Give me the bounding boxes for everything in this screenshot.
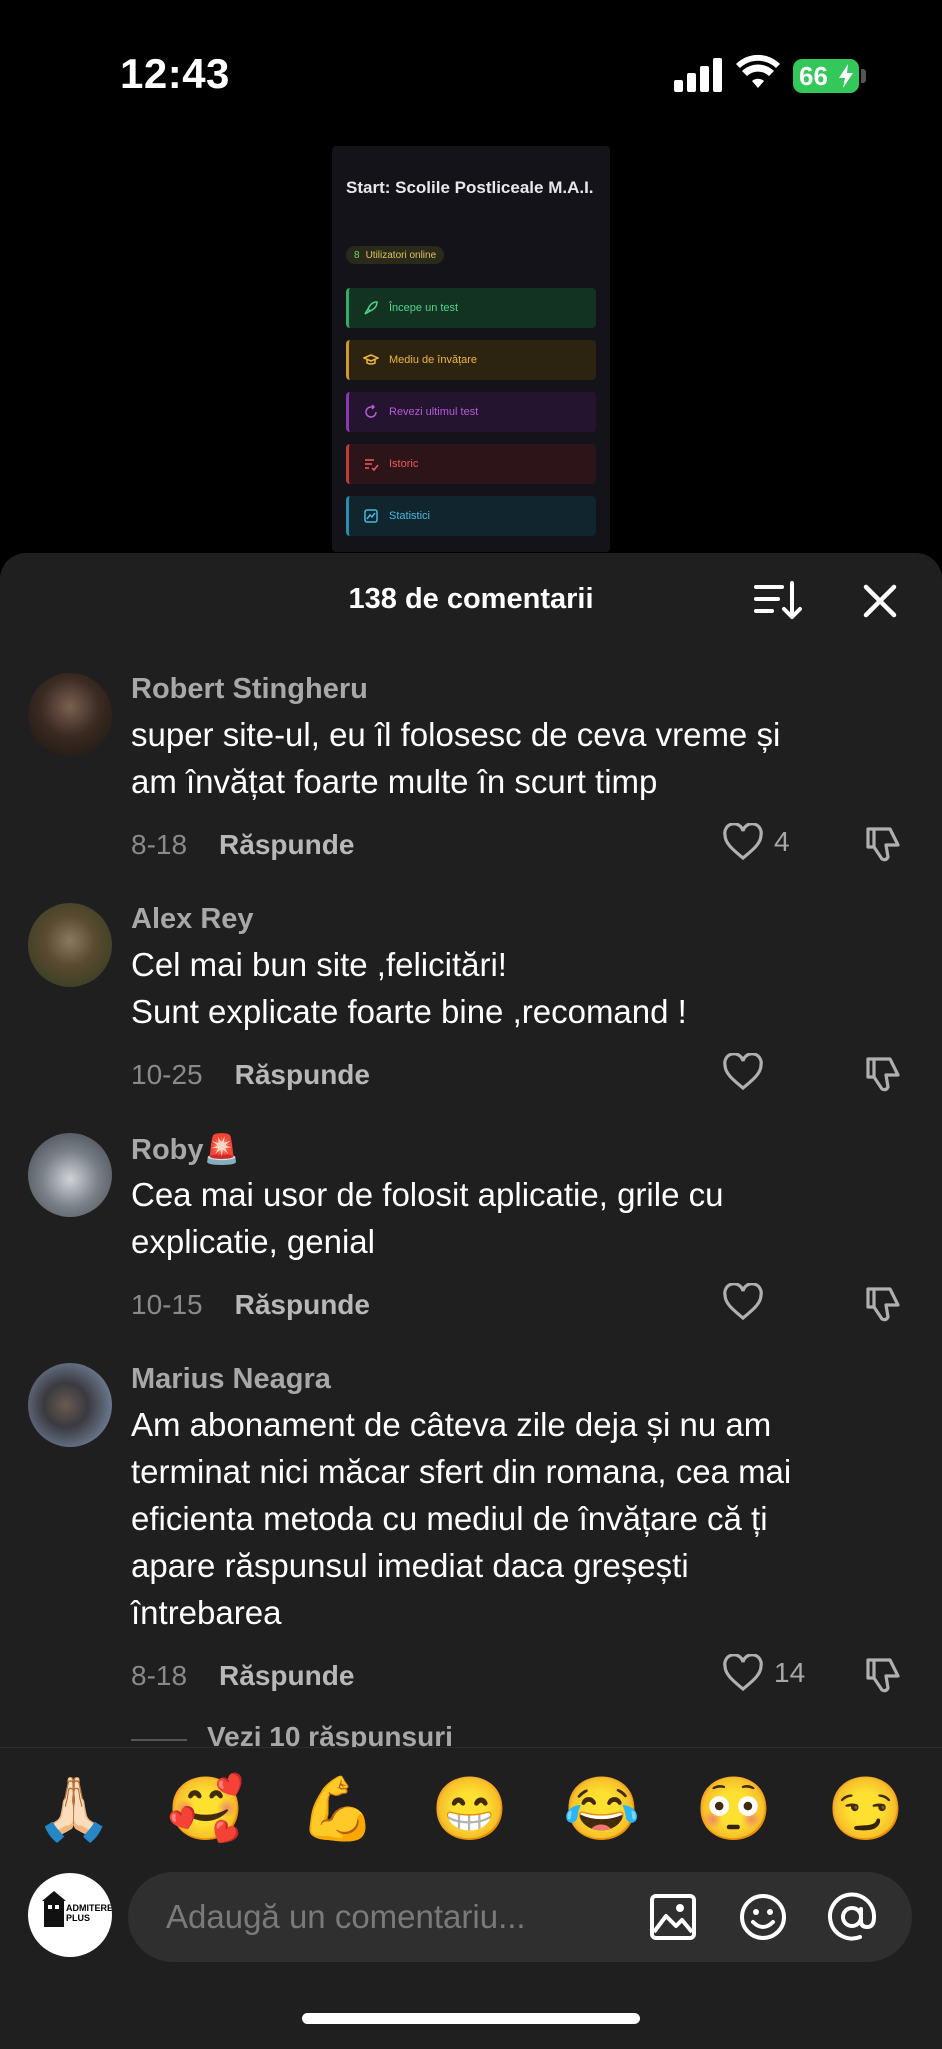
comment-author[interactable]: Robert Stingheru [131,673,368,706]
comment-placeholder: Adaugă un comentariu... [166,1898,526,1935]
comment-author[interactable]: Roby🚨 [131,1133,240,1167]
video-preview[interactable]: Start: Scolile Postliceale M.A.I. 8 Util… [332,146,610,552]
menu-history[interactable]: Istoric [346,444,596,484]
comment-date: 10-15 [131,1289,203,1320]
sort-icon[interactable] [752,579,802,623]
dislike-icon[interactable] [862,823,904,865]
menu-label: Mediu de învățare [389,354,478,366]
emoji-quick-reaction[interactable]: 💪 [298,1770,378,1850]
graduation-cap-icon [363,354,379,365]
mention-icon[interactable] [826,1892,878,1942]
avatar[interactable] [28,1133,112,1217]
online-label: Utilizatori online [365,249,437,261]
avatar[interactable] [28,673,112,757]
comment-text: Cel mai bun site ,felicitări! Sunt expli… [131,946,687,1030]
dislike-icon[interactable] [862,1283,904,1325]
like-button[interactable]: 4 [722,823,790,861]
online-count: 8 [354,249,360,261]
emoji-quick-reaction[interactable]: 😏 [826,1770,906,1850]
comment-meta: 10-15 Răspunde [131,1289,370,1321]
close-icon[interactable] [858,579,902,623]
comment-input[interactable]: Adaugă un comentariu... [128,1872,912,1962]
comment-date: 8-18 [131,829,188,860]
comment-meta: 8-18 Răspunde [131,829,354,861]
reply-button[interactable]: Răspunde [235,1289,370,1321]
comment-date: 10-25 [131,1059,203,1090]
sheet-header: 138 de comentarii [0,553,942,643]
menu-label: Istoric [389,458,419,470]
view-replies-button[interactable]: Vezi 10 răspunsuri [131,1721,531,1747]
menu-learning[interactable]: Mediu de învățare [346,340,596,380]
menu-review-last-test[interactable]: Revezi ultimul test [346,392,596,432]
heart-icon [723,1053,763,1091]
reply-button[interactable]: Răspunde [219,829,354,861]
like-button[interactable] [722,1053,774,1091]
comment-meta: 10-25 Răspunde [131,1059,370,1091]
comment-composer: 🙏🏻 🥰 💪 😁 😂 😳 😏 ADMITERE PLUS Adaugă un c… [0,1747,942,2049]
emoji-quick-reaction[interactable]: 😳 [694,1770,774,1850]
dislike-icon[interactable] [862,1053,904,1095]
like-count: 14 [774,1657,806,1688]
comment-meta: 8-18 Răspunde [131,1660,354,1692]
avatar[interactable] [28,903,112,987]
cellular-signal-icon [674,58,722,92]
comment-author[interactable]: Marius Neagra [131,1363,331,1396]
emoji-quick-reaction[interactable]: 🥰 [166,1770,246,1850]
battery-indicator: 66 [793,59,859,93]
view-replies-label: Vezi 10 răspunsuri [207,1721,453,1747]
status-bar: 12:43 66 [0,0,942,150]
emoji-icon[interactable] [738,1892,788,1942]
home-indicator[interactable] [302,2013,640,2024]
battery-level: 66 [799,60,828,91]
charging-bolt-icon [839,64,853,88]
comment-date: 8-18 [131,1660,188,1691]
replies-divider [131,1739,187,1741]
wifi-icon [736,54,780,88]
user-avatar: ADMITERE PLUS [28,1873,112,1957]
online-users-badge: 8 Utilizatori online [346,246,445,264]
emoji-quick-reaction[interactable]: 😁 [430,1770,510,1850]
chart-icon [364,509,378,523]
comment-text: super site-ul, eu îl folosesc de ceva vr… [131,716,781,800]
emoji-quick-reaction[interactable]: 🙏🏻 [34,1770,114,1850]
like-button[interactable] [722,1283,774,1321]
heart-icon [723,1654,763,1692]
heart-icon [723,823,763,861]
heart-icon [723,1283,763,1321]
refresh-icon [365,404,377,418]
rocket-icon [364,301,378,315]
comment-author[interactable]: Alex Rey [131,903,254,936]
like-count: 4 [774,826,790,857]
status-time: 12:43 [120,50,230,97]
reply-button[interactable]: Răspunde [235,1059,370,1091]
image-icon[interactable] [648,1892,698,1942]
list-check-icon [365,459,379,472]
comment-text: Cea mai usor de folosit aplicatie, grile… [131,1176,724,1260]
menu-statistics[interactable]: Statistici [346,496,596,536]
menu-label: Revezi ultimul test [389,406,479,418]
dislike-icon[interactable] [862,1654,904,1696]
like-button[interactable]: 14 [722,1654,805,1692]
menu-label: Statistici [389,510,430,522]
comment-text: Am abonament de câteva zile deja și nu a… [131,1406,792,1631]
preview-title: Start: Scolile Postliceale M.A.I. [346,178,594,197]
emoji-quick-reaction[interactable]: 😂 [562,1770,642,1850]
brand-label: ADMITERE PLUS [66,1903,112,1923]
menu-label: Începe un test [389,302,459,314]
avatar[interactable] [28,1363,112,1447]
battery-cap [861,69,866,83]
menu-start-test[interactable]: Începe un test [346,288,596,328]
reply-button[interactable]: Răspunde [219,1660,354,1692]
